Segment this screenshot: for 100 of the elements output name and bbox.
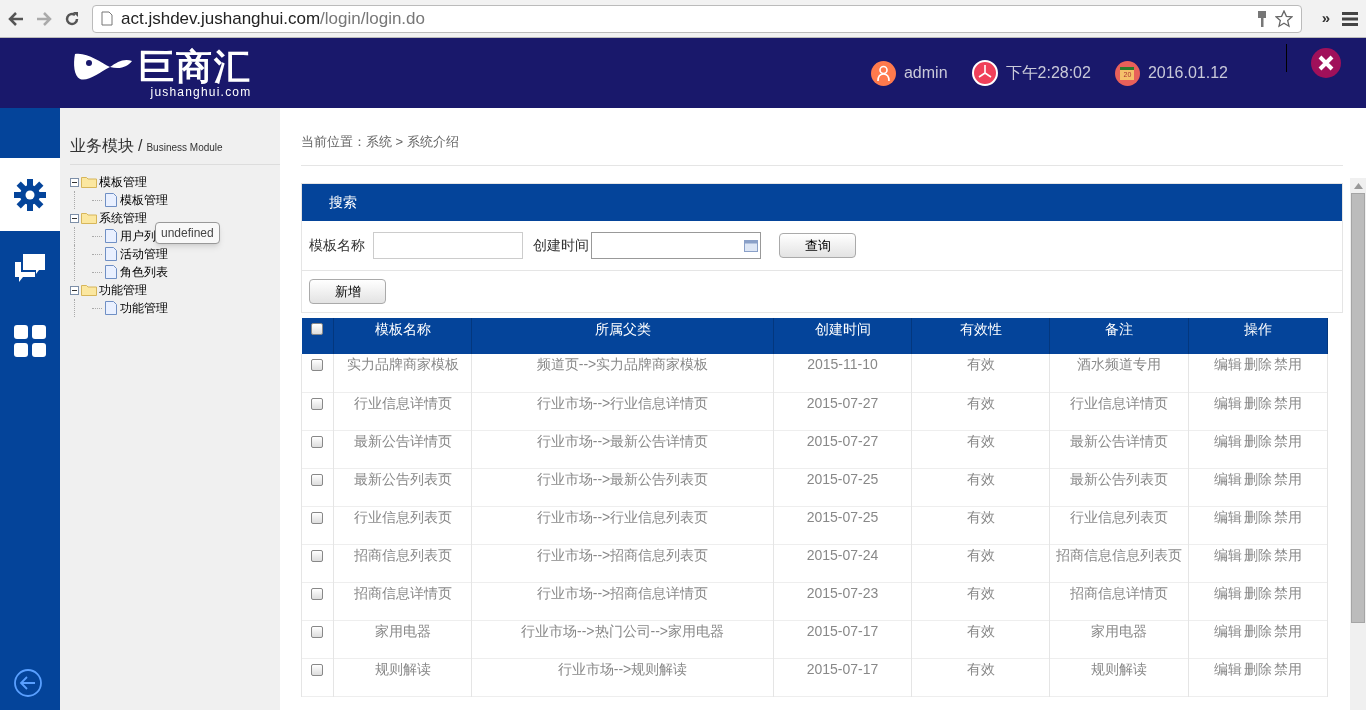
collapse-toggle[interactable] [70,285,79,295]
table-cell: 最新公告详情页 [1070,432,1168,449]
address-bar[interactable]: act.jshdev.jushanghui.com/login/login.do [92,4,1302,33]
action-link[interactable]: 删除 [1244,546,1272,563]
table-cell: 行业市场-->规则解读 [557,660,688,677]
table-cell: 2015-07-23 [806,584,879,601]
row-checkbox[interactable] [311,625,323,638]
action-link[interactable]: 编辑 [1214,394,1242,411]
sidebar-subtitle: Business Module [146,141,223,155]
table-cell: 行业信息详情页 [353,394,452,411]
table-cell: 行业市场-->最新公告列表页 [536,470,709,487]
row-checkbox[interactable] [311,587,323,600]
table-cell: 2015-07-24 [806,546,879,563]
tree-folder[interactable]: 模板管理 [99,173,147,191]
clock-time: 下午2:28:02 [1005,63,1091,83]
action-link[interactable]: 编辑 [1214,356,1242,372]
table-cell: 行业市场-->行业信息列表页 [536,508,709,525]
action-link[interactable]: 删除 [1244,508,1272,525]
table-cell: 行业市场-->招商信息列表页 [536,546,709,563]
key-icon[interactable] [1256,9,1267,28]
table-cell: 最新公告列表页 [353,470,452,487]
table-cell: 2015-07-25 [806,508,879,525]
clock-icon [971,60,998,86]
close-icon [1318,55,1334,71]
action-link[interactable]: 禁用 [1274,622,1302,639]
logo-title: 巨商汇 [138,49,252,85]
row-checkbox[interactable] [311,511,323,524]
forward-icon[interactable] [36,11,52,26]
action-link[interactable]: 删除 [1244,660,1272,677]
tree-item[interactable]: 角色列表 [120,263,168,281]
collapse-toggle[interactable] [70,213,79,223]
row-checkbox[interactable] [311,359,323,371]
tree-folder[interactable]: 功能管理 [99,281,147,299]
table-cell: 有效 [966,508,995,525]
action-link[interactable]: 删除 [1244,356,1272,372]
close-button[interactable] [1311,48,1341,78]
table-cell: 家用电器 [1091,622,1147,639]
tree-item[interactable]: 用户列 [120,227,156,245]
action-link[interactable]: 禁用 [1274,508,1302,525]
scrollbar[interactable] [1350,178,1366,710]
query-button[interactable]: 查询 [779,233,856,258]
scroll-up-icon[interactable] [1353,183,1363,189]
table-cell: 2015-07-27 [806,394,879,411]
action-link[interactable]: 禁用 [1274,356,1302,372]
tree-item[interactable]: 活动管理 [120,245,168,263]
row-checkbox[interactable] [311,473,323,486]
row-checkbox[interactable] [311,549,323,562]
page-icon [105,265,117,279]
action-link[interactable]: 编辑 [1214,508,1242,525]
page-icon [105,301,117,315]
table-cell: 有效 [966,546,995,563]
column-header: 备注 [1105,321,1133,337]
action-link[interactable]: 编辑 [1214,584,1242,601]
table-cell: 有效 [966,584,995,601]
action-link[interactable]: 禁用 [1274,432,1302,449]
action-link[interactable]: 编辑 [1214,546,1242,563]
page-icon [101,11,113,26]
back-circle-icon[interactable] [13,668,43,698]
action-link[interactable]: 编辑 [1214,432,1242,449]
back-icon[interactable] [8,11,24,26]
action-link[interactable]: 删除 [1244,470,1272,487]
row-checkbox[interactable] [311,663,323,676]
tree-folder[interactable]: 系统管理 [99,209,147,227]
table-cell: 行业市场-->行业信息详情页 [536,394,709,411]
tree-item[interactable]: 功能管理 [120,299,168,317]
action-link[interactable]: 删除 [1244,432,1272,449]
date-field[interactable] [591,232,761,259]
overflow-chevron[interactable]: » [1321,7,1330,30]
tree-item[interactable]: 模板管理 [120,191,168,209]
action-link[interactable]: 删除 [1244,394,1272,411]
collapse-toggle[interactable] [70,177,79,187]
row-checkbox[interactable] [311,397,323,410]
reload-icon[interactable] [64,10,80,27]
table-cell: 招商信息列表页 [353,546,452,563]
action-link[interactable]: 删除 [1244,584,1272,601]
add-button[interactable]: 新增 [309,279,386,304]
action-link[interactable]: 禁用 [1274,394,1302,411]
table-cell: 招商信息详情页 [353,584,452,601]
table-cell: 招商信息信息列表页 [1056,546,1182,563]
action-link[interactable]: 编辑 [1214,622,1242,639]
table-cell: 2015-11-10 [807,356,878,372]
title-separator: / [138,136,143,156]
table-cell: 有效 [966,394,995,411]
row-checkbox[interactable] [311,435,323,448]
select-all-checkbox[interactable] [310,323,323,335]
column-header: 创建时间 [814,321,871,337]
table-cell: 有效 [966,660,995,677]
action-link[interactable]: 编辑 [1214,470,1242,487]
action-link[interactable]: 禁用 [1274,660,1302,677]
action-link[interactable]: 禁用 [1274,470,1302,487]
name-input[interactable] [373,232,523,259]
column-header: 模板名称 [374,321,431,337]
star-icon[interactable] [1274,9,1293,28]
action-link[interactable]: 禁用 [1274,584,1302,601]
calendar-icon[interactable] [744,239,758,252]
page-icon [105,229,117,243]
menu-icon[interactable] [1342,11,1358,26]
action-link[interactable]: 禁用 [1274,546,1302,563]
action-link[interactable]: 删除 [1244,622,1272,639]
action-link[interactable]: 编辑 [1214,660,1242,677]
